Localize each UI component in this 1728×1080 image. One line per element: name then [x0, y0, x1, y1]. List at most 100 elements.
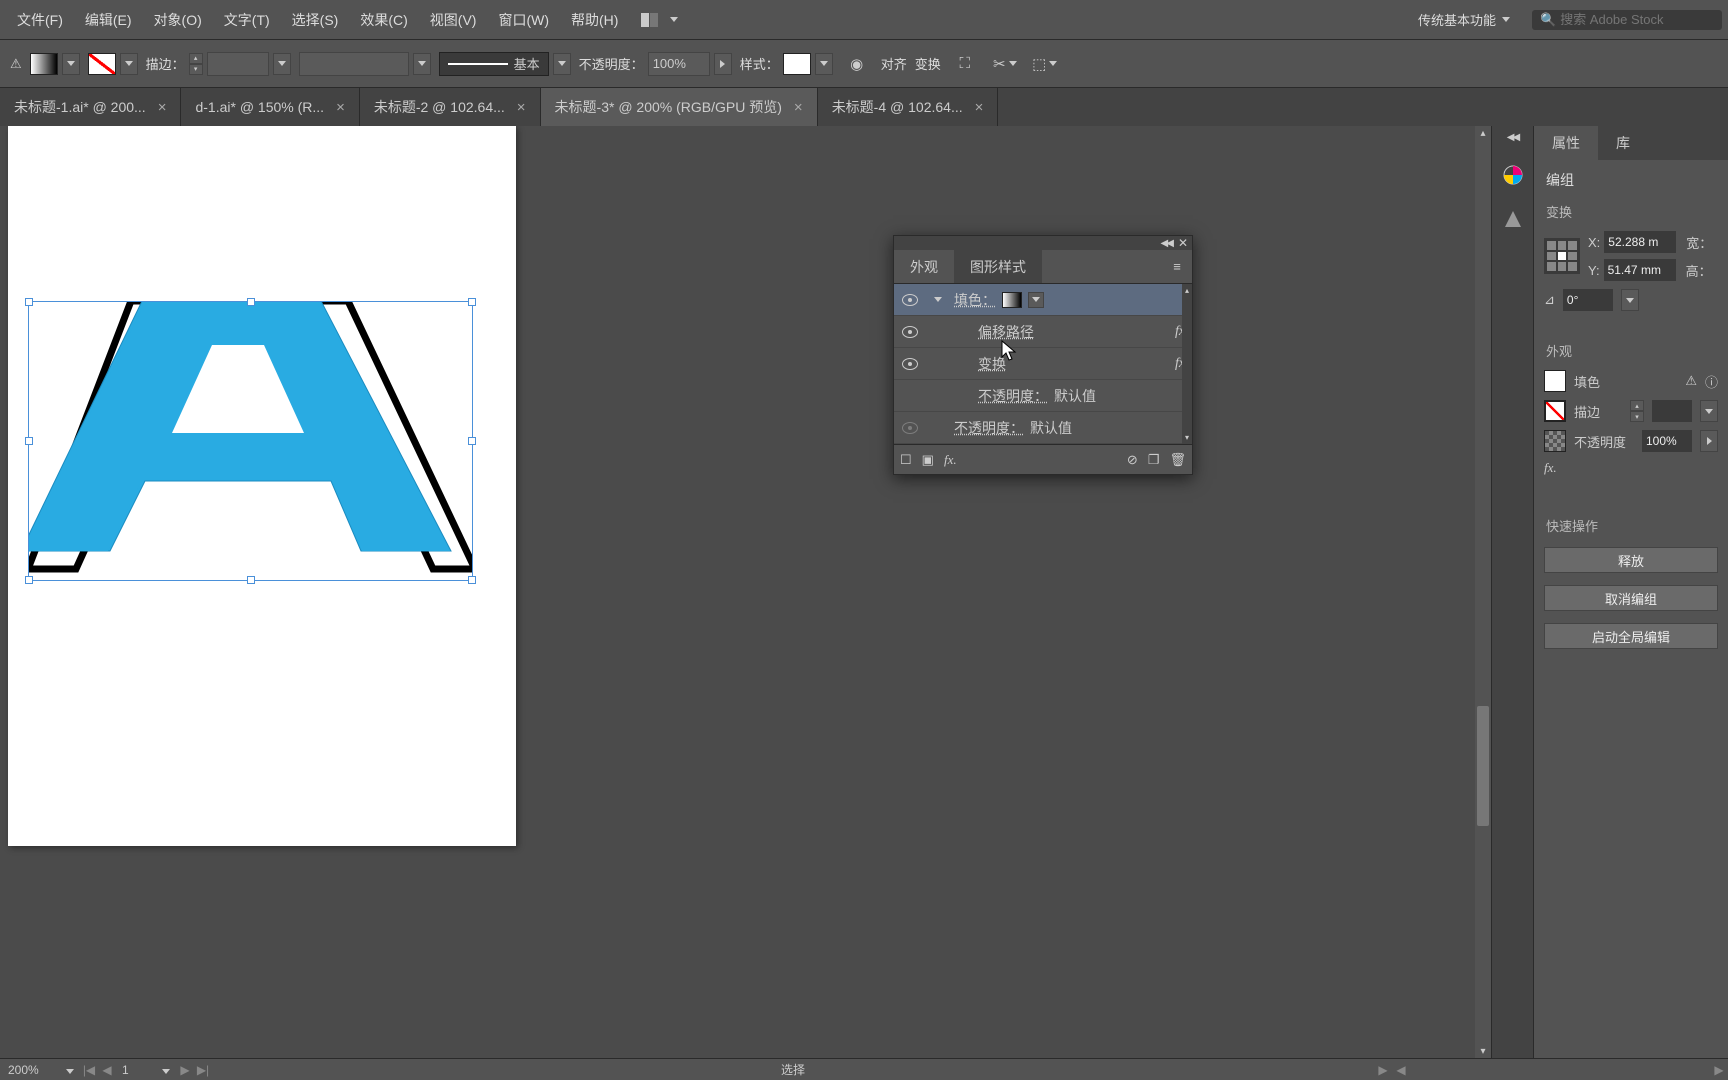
panel-menu-icon[interactable]: ≡ — [1162, 250, 1192, 283]
menu-select[interactable]: 选择(S) — [281, 0, 350, 40]
stroke-weight-stepper-prop[interactable]: ▴▾ — [1630, 400, 1644, 422]
fill-dropdown[interactable] — [62, 53, 80, 75]
appearance-row-transform[interactable]: 变换 fx — [894, 348, 1192, 380]
menu-effect[interactable]: 效果(C) — [349, 0, 418, 40]
color-panel-icon[interactable] — [1499, 163, 1527, 187]
stroke-weight-input-prop[interactable] — [1652, 400, 1692, 422]
rotation-dropdown[interactable] — [1621, 289, 1639, 311]
hscroll-left-icon[interactable]: ◀ — [1392, 1063, 1410, 1077]
document-tab[interactable]: 未标题-1.ai* @ 200...× — [0, 88, 181, 126]
menu-type[interactable]: 文字(T) — [213, 0, 281, 40]
release-button[interactable]: 释放 — [1544, 547, 1718, 573]
visibility-icon[interactable] — [902, 326, 918, 338]
artboard-dropdown[interactable] — [156, 1063, 176, 1077]
visibility-icon[interactable] — [902, 422, 918, 434]
scroll-down-icon[interactable]: ▾ — [1480, 1044, 1485, 1058]
brush-definition[interactable]: 基本 — [439, 52, 549, 76]
delete-item-icon[interactable]: 🗑 — [1169, 452, 1186, 468]
var-width-profile[interactable] — [299, 52, 409, 76]
add-effect-icon[interactable]: fx. — [944, 452, 957, 468]
stroke-weight-dd-prop[interactable] — [1700, 400, 1718, 422]
first-artboard-icon[interactable]: |◀ — [80, 1063, 98, 1077]
opacity-input[interactable]: 100% — [648, 52, 710, 76]
zoom-dropdown[interactable] — [60, 1063, 80, 1077]
duplicate-item-icon[interactable]: ❐ — [1148, 452, 1160, 468]
collapse-panel-icon[interactable]: ◀◀ — [1161, 238, 1172, 249]
resize-handle[interactable] — [247, 576, 255, 584]
reference-point-selector[interactable] — [1544, 238, 1580, 274]
stroke-weight-input[interactable] — [207, 52, 269, 76]
prev-artboard-icon[interactable]: ◀ — [98, 1063, 116, 1077]
opacity-input-prop[interactable] — [1642, 430, 1692, 452]
canvas[interactable]: ▴ ▾ — [0, 126, 1491, 1058]
y-input[interactable] — [1604, 259, 1676, 281]
close-panel-icon[interactable]: ✕ — [1178, 236, 1188, 250]
selected-artwork[interactable] — [28, 301, 473, 581]
resize-handle[interactable] — [25, 576, 33, 584]
appearance-row-opacity[interactable]: 不透明度：默认值 — [894, 412, 1192, 444]
isolate-group-icon[interactable]: ⛶ — [949, 48, 981, 80]
menu-object[interactable]: 对象(O) — [143, 0, 213, 40]
crop-image-icon[interactable]: ✂ — [989, 48, 1021, 80]
close-icon[interactable]: × — [158, 99, 167, 116]
fill-color-dropdown[interactable] — [1028, 292, 1044, 308]
align-label[interactable]: 对齐 — [881, 54, 907, 73]
stroke-swatch-prop[interactable] — [1544, 400, 1566, 422]
appearance-row-opacity-inner[interactable]: 不透明度：默认值 — [894, 380, 1192, 412]
document-tab-active[interactable]: 未标题-3* @ 200% (RGB/GPU 预览)× — [541, 88, 818, 126]
opacity-dd-prop[interactable] — [1700, 430, 1718, 452]
expand-dock-icon[interactable]: ◀◀ — [1507, 132, 1518, 143]
tab-appearance[interactable]: 外观 — [894, 250, 954, 283]
panel-scrollbar[interactable]: ▴ ▾ — [1182, 284, 1192, 444]
disclosure-icon[interactable] — [934, 297, 942, 302]
menu-help[interactable]: 帮助(H) — [560, 0, 629, 40]
scroll-up-icon[interactable]: ▴ — [1480, 126, 1485, 140]
resize-handle[interactable] — [468, 437, 476, 445]
appearance-row-fill[interactable]: 填色： — [894, 284, 1192, 316]
rotation-input[interactable] — [1563, 289, 1613, 311]
appearance-row-offset-path[interactable]: 偏移路径 fx — [894, 316, 1192, 348]
stock-search[interactable]: 🔍 — [1532, 10, 1722, 30]
edit-contents-icon[interactable]: ⬚ — [1029, 48, 1061, 80]
menu-window[interactable]: 窗口(W) — [487, 0, 560, 40]
resize-handle[interactable] — [247, 298, 255, 306]
resize-handle[interactable] — [468, 298, 476, 306]
fill-color-swatch[interactable] — [1002, 292, 1022, 308]
recolor-artwork-icon[interactable]: ◉ — [841, 48, 873, 80]
fill-swatch[interactable] — [30, 53, 58, 75]
tab-properties[interactable]: 属性 — [1534, 126, 1598, 160]
close-icon[interactable]: × — [975, 99, 984, 116]
resize-handle[interactable] — [468, 576, 476, 584]
vertical-scrollbar[interactable]: ▴ ▾ — [1475, 126, 1491, 1058]
transform-label[interactable]: 变换 — [915, 54, 941, 73]
hscroll-right-icon[interactable]: ▶ — [1710, 1063, 1728, 1077]
document-tab[interactable]: 未标题-4 @ 102.64...× — [818, 88, 999, 126]
stock-search-input[interactable] — [1560, 12, 1714, 27]
arrange-documents-icon[interactable] — [641, 11, 665, 29]
next-artboard-icon[interactable]: ▶ — [176, 1063, 194, 1077]
graphic-style-dropdown[interactable] — [815, 53, 833, 75]
color-guide-panel-icon[interactable] — [1499, 207, 1527, 231]
stroke-swatch[interactable] — [88, 53, 116, 75]
menu-file[interactable]: 文件(F) — [6, 0, 74, 40]
document-tab[interactable]: 未标题-2 @ 102.64...× — [360, 88, 541, 126]
resize-handle[interactable] — [25, 437, 33, 445]
ungroup-button[interactable]: 取消编组 — [1544, 585, 1718, 611]
menu-edit[interactable]: 编辑(E) — [74, 0, 143, 40]
close-icon[interactable]: × — [336, 99, 345, 116]
menu-view[interactable]: 视图(V) — [419, 0, 488, 40]
status-menu-icon[interactable]: ▶ — [1374, 1063, 1392, 1077]
brush-dropdown[interactable] — [553, 53, 571, 75]
stroke-dropdown[interactable] — [120, 53, 138, 75]
fx-icon[interactable]: fx. — [1544, 460, 1557, 476]
visibility-icon[interactable] — [902, 358, 918, 370]
document-tab[interactable]: d-1.ai* @ 150% (R...× — [181, 88, 359, 126]
new-art-basic-icon[interactable]: ☐ — [900, 452, 912, 468]
var-width-dropdown[interactable] — [413, 53, 431, 75]
visibility-icon[interactable] — [902, 294, 918, 306]
artboard-number[interactable]: 1 — [116, 1063, 156, 1077]
tab-graphic-styles[interactable]: 图形样式 — [954, 250, 1042, 283]
workspace-switcher[interactable]: 传统基本功能 — [1406, 10, 1522, 29]
arrange-dropdown[interactable] — [665, 9, 683, 31]
stroke-weight-dropdown[interactable] — [273, 53, 291, 75]
